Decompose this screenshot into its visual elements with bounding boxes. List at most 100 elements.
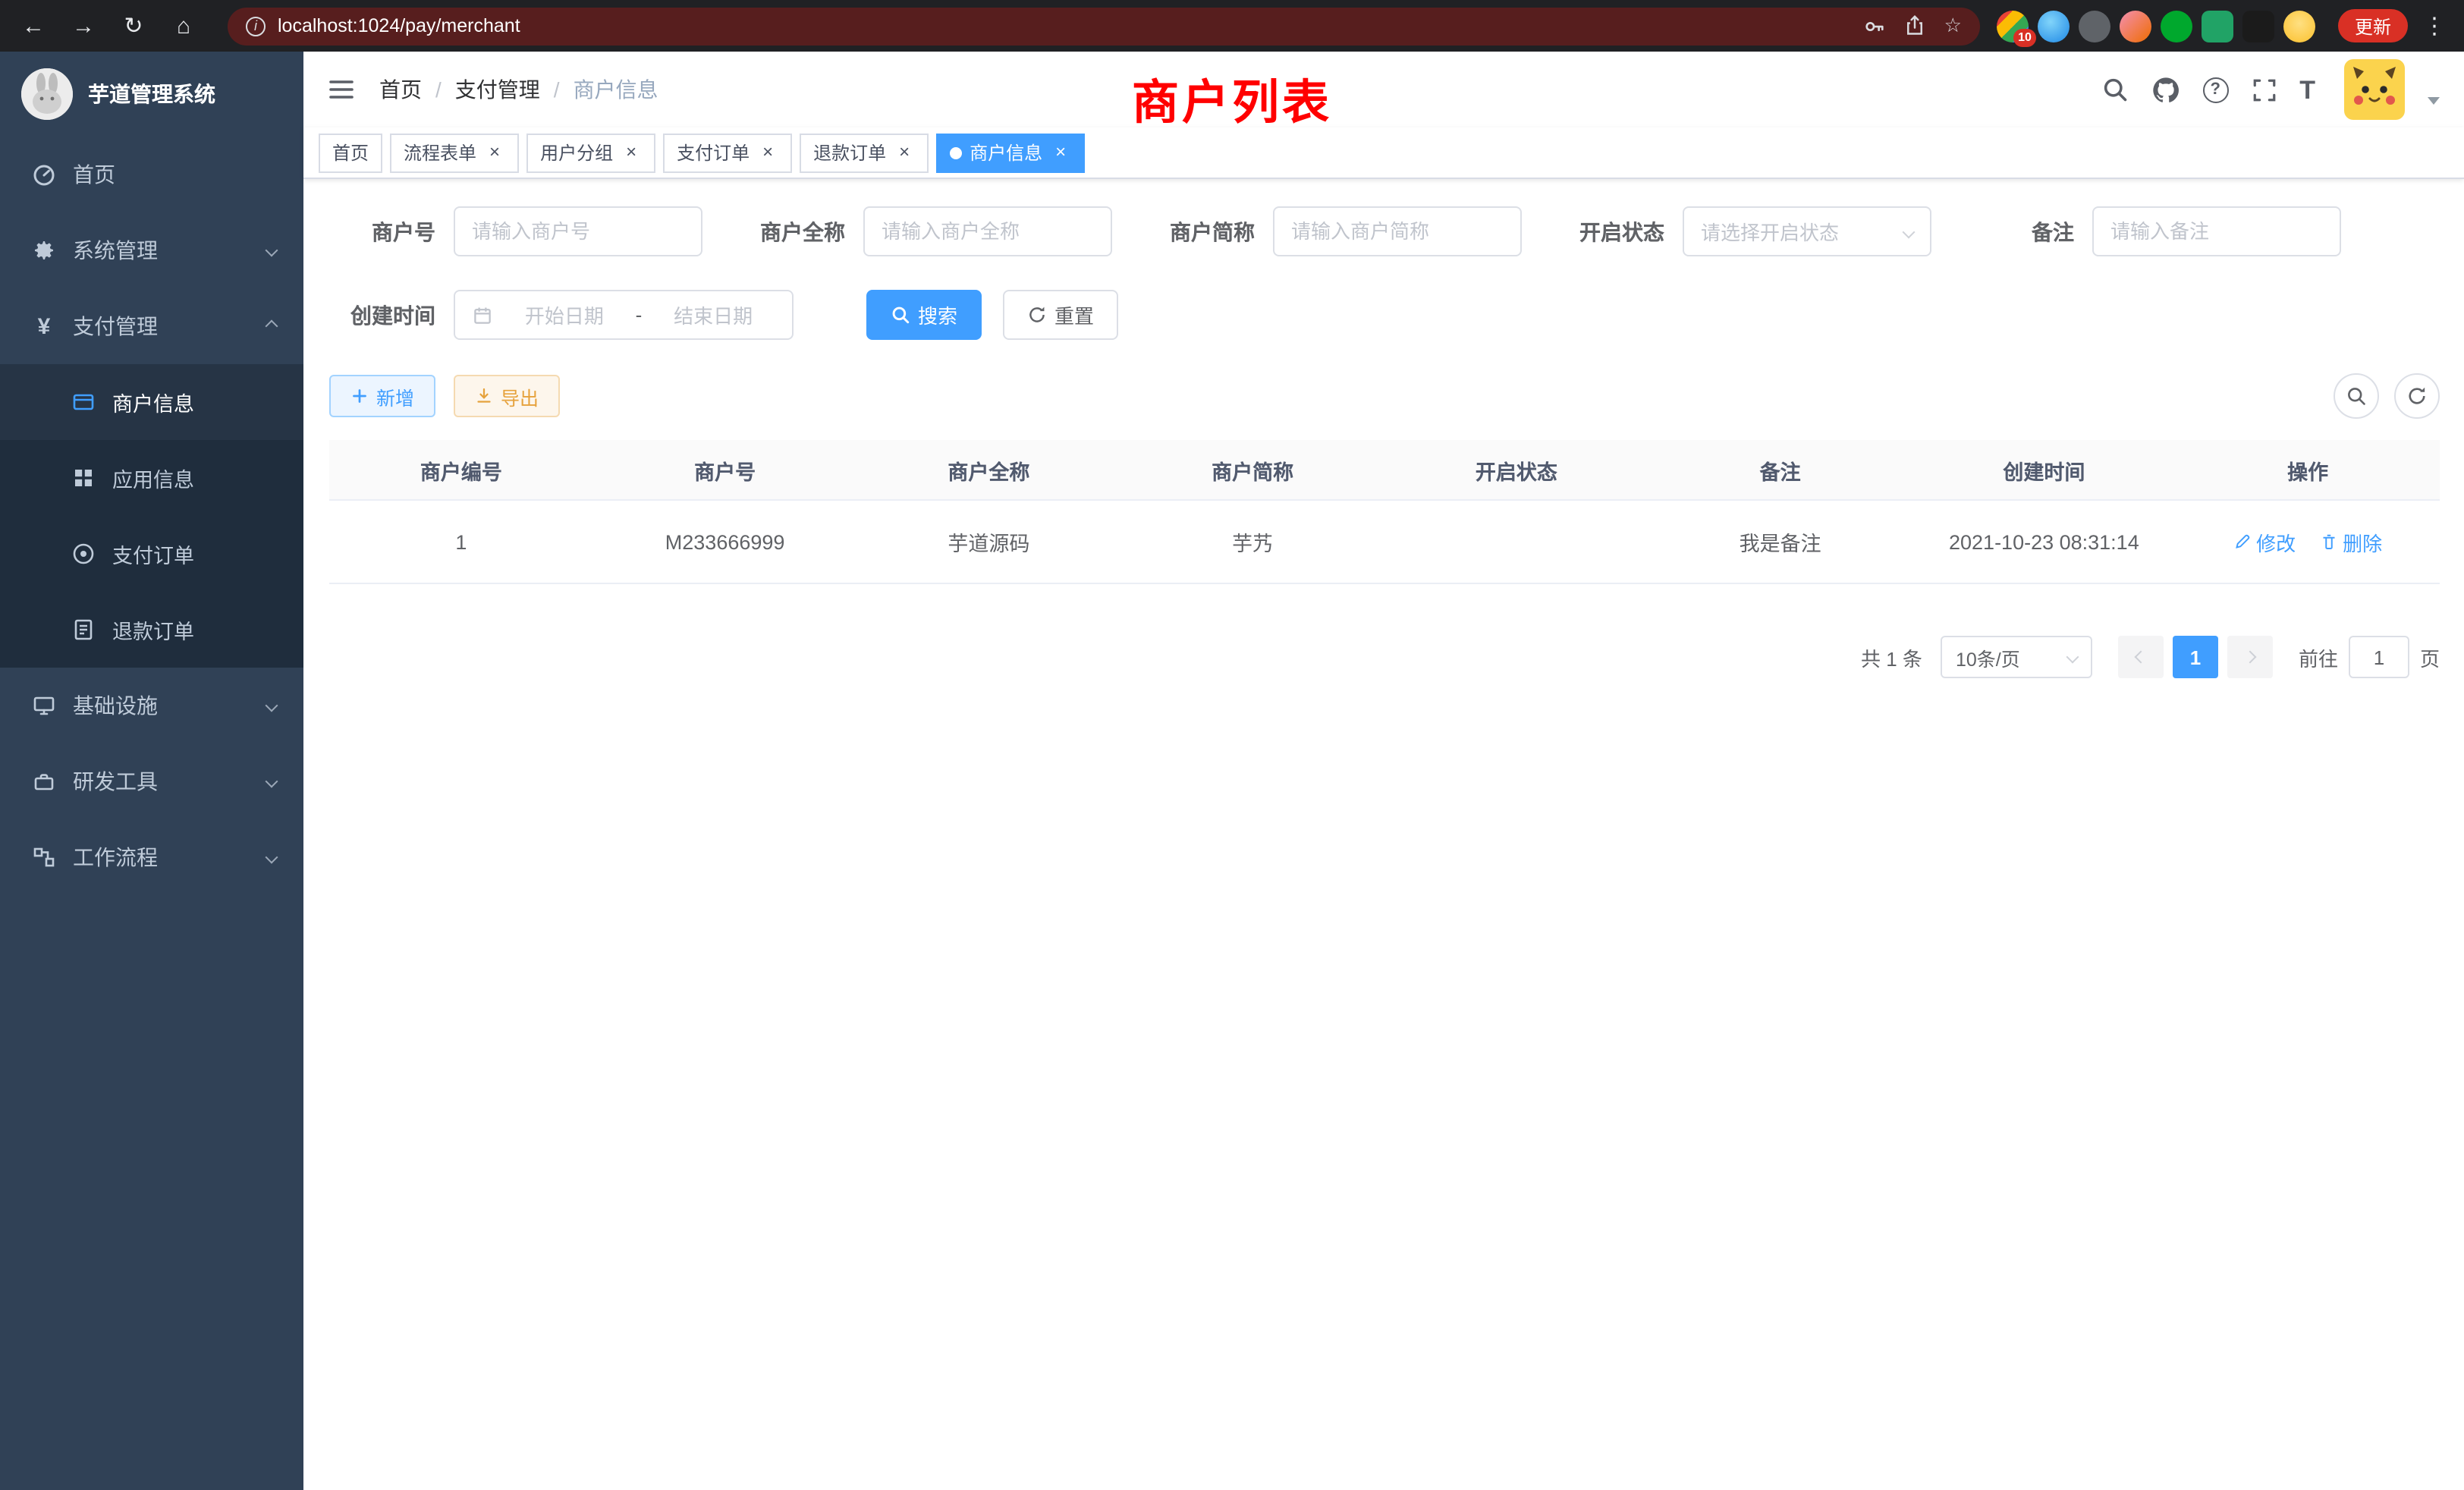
password-key-icon[interactable] xyxy=(1864,14,1887,37)
home-icon[interactable]: ⌂ xyxy=(165,8,202,44)
tab-label: 流程表单 xyxy=(404,140,476,165)
close-icon[interactable]: × xyxy=(757,142,778,163)
refresh-icon[interactable] xyxy=(2394,373,2440,419)
extension-icon[interactable] xyxy=(2202,10,2233,42)
extension-icon[interactable] xyxy=(2038,10,2070,42)
site-info-icon[interactable]: i xyxy=(246,16,266,36)
forward-icon[interactable]: → xyxy=(65,8,102,44)
table-tools xyxy=(2334,373,2440,419)
goto-label: 前往 xyxy=(2299,643,2338,671)
caret-down-icon[interactable] xyxy=(2428,96,2440,104)
search-icon[interactable] xyxy=(2101,76,2128,103)
main-area: 首页 / 支付管理 / 商户信息 商户列表 ? xyxy=(303,52,2464,1490)
bookmark-star-icon[interactable]: ☆ xyxy=(1944,14,1962,38)
remark-input[interactable] xyxy=(2110,220,2323,243)
tab-process-form[interactable]: 流程表单 × xyxy=(390,133,519,172)
breadcrumb-item[interactable]: 首页 xyxy=(379,74,422,105)
tab-refund-order[interactable]: 退款订单 × xyxy=(800,133,929,172)
breadcrumb-item[interactable]: 支付管理 xyxy=(455,74,540,105)
merchant-no-input[interactable] xyxy=(472,220,684,243)
edit-button[interactable]: 修改 xyxy=(2233,527,2296,556)
calendar-icon xyxy=(472,304,493,325)
filter-remark: 备注 xyxy=(1968,206,2341,256)
column-header: 备注 xyxy=(1648,454,1912,485)
delete-label: 删除 xyxy=(2343,527,2382,556)
sidebar-item-label: 首页 xyxy=(73,159,276,190)
toggle-knob xyxy=(1489,545,1513,569)
sidebar-item-dev-tools[interactable]: 研发工具 xyxy=(0,743,303,819)
extension-icon[interactable] xyxy=(2120,10,2151,42)
user-avatar[interactable] xyxy=(2344,59,2405,120)
short-name-input[interactable] xyxy=(1291,220,1504,243)
sidebar-item-payment[interactable]: ¥ 支付管理 xyxy=(0,288,303,364)
sidebar-item-label: 退款订单 xyxy=(112,615,276,645)
sidebar-item-refund-order[interactable]: 退款订单 xyxy=(0,592,303,668)
export-button[interactable]: 导出 xyxy=(454,375,560,417)
close-icon[interactable]: × xyxy=(894,142,915,163)
profile-avatar[interactable] xyxy=(2283,10,2315,42)
sidebar-item-app-info[interactable]: 应用信息 xyxy=(0,440,303,516)
full-name-input[interactable] xyxy=(882,220,1094,243)
reload-icon[interactable]: ↻ xyxy=(115,8,152,44)
tab-label: 用户分组 xyxy=(540,140,613,165)
extension-icon[interactable]: 10 xyxy=(1997,10,2029,42)
sidebar-item-workflow[interactable]: 工作流程 xyxy=(0,819,303,895)
tabs-bar: 首页 流程表单 × 用户分组 × 支付订单 × xyxy=(303,127,2464,179)
chrome-menu-icon[interactable]: ⋮ xyxy=(2423,12,2446,39)
sidebar-toggle-icon[interactable] xyxy=(328,77,355,102)
page-size-select[interactable]: 10条/页 xyxy=(1941,636,2092,678)
fullscreen-icon[interactable] xyxy=(2251,77,2277,102)
add-button[interactable]: 新增 xyxy=(329,375,435,417)
merchant-table: 商户编号 商户号 商户全称 商户简称 开启状态 备注 创建时间 操作 1 M23… xyxy=(329,440,2440,584)
help-icon[interactable]: ? xyxy=(2202,77,2228,102)
column-header: 商户号 xyxy=(593,454,857,485)
date-end-placeholder: 结束日期 xyxy=(651,300,775,329)
current-page[interactable]: 1 xyxy=(2173,636,2218,678)
prev-page-button[interactable] xyxy=(2118,636,2164,678)
sidebar-item-infrastructure[interactable]: 基础设施 xyxy=(0,668,303,743)
next-page-button[interactable] xyxy=(2227,636,2273,678)
address-bar[interactable]: i localhost:1024/pay/merchant ☆ xyxy=(228,7,1980,45)
chrome-update-button[interactable]: 更新 xyxy=(2338,9,2408,42)
search-button[interactable]: 搜索 xyxy=(866,290,982,340)
tab-home[interactable]: 首页 xyxy=(319,133,382,172)
reset-button[interactable]: 重置 xyxy=(1003,290,1118,340)
date-range-picker[interactable]: 开始日期 - 结束日期 xyxy=(454,290,794,340)
toggle-search-icon[interactable] xyxy=(2334,373,2379,419)
tab-user-group[interactable]: 用户分组 × xyxy=(526,133,655,172)
status-select[interactable]: 请选择开启状态 xyxy=(1683,206,1931,256)
table-toolbar: 新增 导出 xyxy=(329,373,2440,419)
sidebar-item-pay-order[interactable]: 支付订单 xyxy=(0,516,303,592)
screenshot-root: ← → ↻ ⌂ i localhost:1024/pay/merchant ☆ … xyxy=(0,0,2464,1490)
filter-status: 开启状态 请选择开启状态 xyxy=(1558,206,1931,256)
sidebar-item-label: 基础设施 xyxy=(73,690,252,721)
delete-button[interactable]: 删除 xyxy=(2320,527,2382,556)
share-icon[interactable] xyxy=(1905,15,1926,36)
pagination: 共 1 条 10条/页 1 前往 页 xyxy=(329,636,2440,678)
github-icon[interactable] xyxy=(2151,75,2180,104)
sidebar-item-label: 应用信息 xyxy=(112,463,276,493)
close-icon[interactable]: × xyxy=(484,142,505,163)
sidebar-item-merchant-info[interactable]: 商户信息 xyxy=(0,364,303,440)
back-icon[interactable]: ← xyxy=(15,8,52,44)
cell-actions: 修改 删除 xyxy=(2176,527,2440,556)
tab-pay-order[interactable]: 支付订单 × xyxy=(663,133,792,172)
font-size-icon[interactable]: T xyxy=(2299,77,2315,102)
filter-full-name: 商户全称 xyxy=(739,206,1112,256)
sidebar-item-home[interactable]: 首页 xyxy=(0,137,303,212)
tab-merchant-info[interactable]: 商户信息 × xyxy=(936,133,1085,172)
extension-icon[interactable] xyxy=(2079,10,2110,42)
extension-icon[interactable] xyxy=(2161,10,2192,42)
table-header-row: 商户编号 商户号 商户全称 商户简称 开启状态 备注 创建时间 操作 xyxy=(329,440,2440,501)
breadcrumb: 首页 / 支付管理 / 商户信息 xyxy=(379,74,658,105)
goto-page-input[interactable] xyxy=(2349,636,2409,678)
close-icon[interactable]: × xyxy=(1050,142,1071,163)
date-separator: - xyxy=(636,303,643,326)
chevron-down-icon xyxy=(266,851,278,864)
sidebar-item-system[interactable]: 系统管理 xyxy=(0,212,303,288)
extension-icon[interactable] xyxy=(2242,10,2274,42)
field-label: 创建时间 xyxy=(329,300,435,330)
column-header: 开启状态 xyxy=(1384,454,1648,485)
close-icon[interactable]: × xyxy=(621,142,642,163)
app-logo[interactable]: 芋道管理系统 xyxy=(0,52,303,137)
